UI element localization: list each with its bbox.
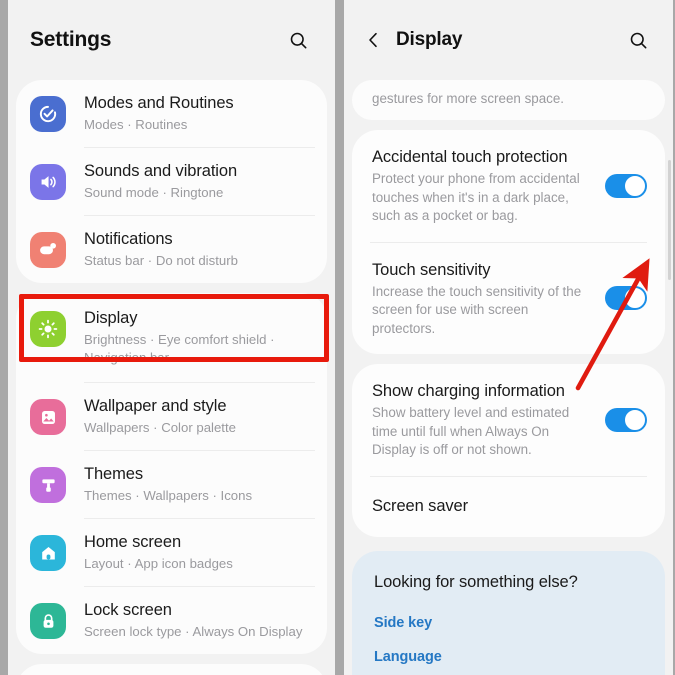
sidebar-item-subtitle: Sound mode · Ringtone bbox=[84, 185, 224, 200]
page-title: Display bbox=[396, 29, 463, 50]
accidental-touch-protection-toggle[interactable] bbox=[605, 173, 647, 198]
sidebar-item-display[interactable]: Display Brightness · Eye comfort shield … bbox=[16, 293, 327, 382]
setting-description: Increase the touch sensitivity of the sc… bbox=[372, 283, 582, 336]
sidebar-item-notifications[interactable]: Notifications Status bar · Do not distur… bbox=[16, 216, 327, 283]
sidebar-item-title: Themes bbox=[84, 465, 144, 483]
setting-title: Accidental touch protection bbox=[372, 148, 568, 166]
page-title: Settings bbox=[30, 28, 112, 51]
looking-for-something-else-card: Looking for something else? Side key Lan… bbox=[352, 550, 665, 675]
toggle-knob bbox=[624, 408, 646, 431]
setting-accidental-touch-protection[interactable]: Accidental touch protection Protect your… bbox=[352, 130, 665, 242]
modes-routines-icon bbox=[30, 96, 66, 132]
toggle-knob bbox=[624, 174, 646, 197]
sidebar-item-title: Lock screen bbox=[84, 601, 172, 619]
setting-title: Show charging information bbox=[372, 382, 565, 400]
settings-header: Settings bbox=[8, 0, 335, 80]
setting-screen-saver[interactable]: Screen saver bbox=[352, 477, 665, 537]
display-phone-panel: gestures for more screen space. Accident… bbox=[344, 0, 673, 675]
show-charging-information-toggle[interactable] bbox=[605, 407, 647, 432]
sidebar-item-subtitle: Wallpapers · Color palette bbox=[84, 420, 236, 435]
partial-scrolled-card: gestures for more screen space. bbox=[352, 80, 665, 120]
scrollbar-thumb[interactable] bbox=[668, 160, 671, 280]
setting-touch-sensitivity[interactable]: Touch sensitivity Increase the touch sen… bbox=[352, 243, 665, 355]
looking-for-title: Looking for something else? bbox=[374, 572, 578, 591]
wallpaper-icon bbox=[30, 399, 66, 435]
toggle-knob bbox=[624, 287, 646, 310]
sidebar-item-subtitle: Themes · Wallpapers · Icons bbox=[84, 488, 253, 503]
sidebar-item-home-screen[interactable]: Home screen Layout · App icon badges bbox=[16, 519, 327, 586]
partial-description: gestures for more screen space. bbox=[372, 91, 565, 106]
sidebar-item-subtitle: Modes · Routines bbox=[84, 117, 188, 132]
search-icon[interactable] bbox=[623, 25, 653, 55]
sidebar-item-themes[interactable]: Themes Themes · Wallpapers · Icons bbox=[16, 451, 327, 518]
sidebar-item-lock-screen[interactable]: Lock screen Screen lock type · Always On… bbox=[16, 587, 327, 654]
sidebar-item-modes-and-routines[interactable]: Modes and Routines Modes · Routines bbox=[16, 80, 327, 147]
sidebar-item-wallpaper-and-style[interactable]: Wallpaper and style Wallpapers · Color p… bbox=[16, 383, 327, 450]
sidebar-item-title: Notifications bbox=[84, 230, 173, 248]
link-side-key[interactable]: Side key bbox=[374, 606, 645, 640]
sidebar-item-title: Wallpaper and style bbox=[84, 397, 227, 415]
lock-screen-icon bbox=[30, 603, 66, 639]
settings-group-1: Modes and Routines Modes · Routines Soun… bbox=[16, 80, 327, 283]
sidebar-item-security-and-privacy[interactable]: Security and privacy bbox=[16, 664, 327, 675]
themes-icon bbox=[30, 467, 66, 503]
sidebar-item-sounds-and-vibration[interactable]: Sounds and vibration Sound mode · Ringto… bbox=[16, 148, 327, 215]
sidebar-item-subtitle: Brightness · Eye comfort shield · Naviga… bbox=[84, 332, 275, 365]
charging-settings-card: Show charging information Show battery l… bbox=[352, 364, 665, 537]
display-header: Display bbox=[344, 0, 673, 80]
sidebar-item-title: Home screen bbox=[84, 533, 182, 551]
sidebar-item-subtitle: Layout · App icon badges bbox=[84, 556, 233, 571]
sidebar-item-title: Display bbox=[84, 309, 138, 327]
display-scroll-body[interactable]: gestures for more screen space. Accident… bbox=[344, 0, 673, 675]
home-screen-icon bbox=[30, 535, 66, 571]
setting-title: Touch sensitivity bbox=[372, 260, 491, 279]
settings-group-3: Security and privacy bbox=[16, 664, 327, 675]
settings-scroll-body[interactable]: Modes and Routines Modes · Routines Soun… bbox=[8, 0, 335, 675]
sidebar-item-title: Sounds and vibration bbox=[84, 162, 238, 180]
sidebar-item-subtitle: Status bar · Do not disturb bbox=[84, 253, 238, 268]
back-chevron-icon[interactable] bbox=[360, 25, 386, 55]
touch-sensitivity-toggle[interactable] bbox=[605, 286, 647, 311]
setting-description: Protect your phone from accidental touch… bbox=[372, 171, 580, 223]
touch-settings-card: Accidental touch protection Protect your… bbox=[352, 130, 665, 354]
link-language[interactable]: Language bbox=[374, 640, 645, 674]
display-icon bbox=[30, 311, 66, 347]
sidebar-item-subtitle: Screen lock type · Always On Display bbox=[84, 624, 303, 639]
setting-title: Screen saver bbox=[372, 496, 469, 515]
sound-icon bbox=[30, 164, 66, 200]
screenshot-root: Modes and Routines Modes · Routines Soun… bbox=[0, 0, 675, 675]
sidebar-item-title: Modes and Routines bbox=[84, 94, 234, 112]
settings-phone-panel: Modes and Routines Modes · Routines Soun… bbox=[8, 0, 335, 675]
settings-group-2: Display Brightness · Eye comfort shield … bbox=[16, 293, 327, 654]
search-icon[interactable] bbox=[283, 25, 313, 55]
setting-show-charging-information[interactable]: Show charging information Show battery l… bbox=[352, 364, 665, 476]
setting-description: Show battery level and estimated time un… bbox=[372, 405, 570, 457]
notifications-icon bbox=[30, 232, 66, 268]
